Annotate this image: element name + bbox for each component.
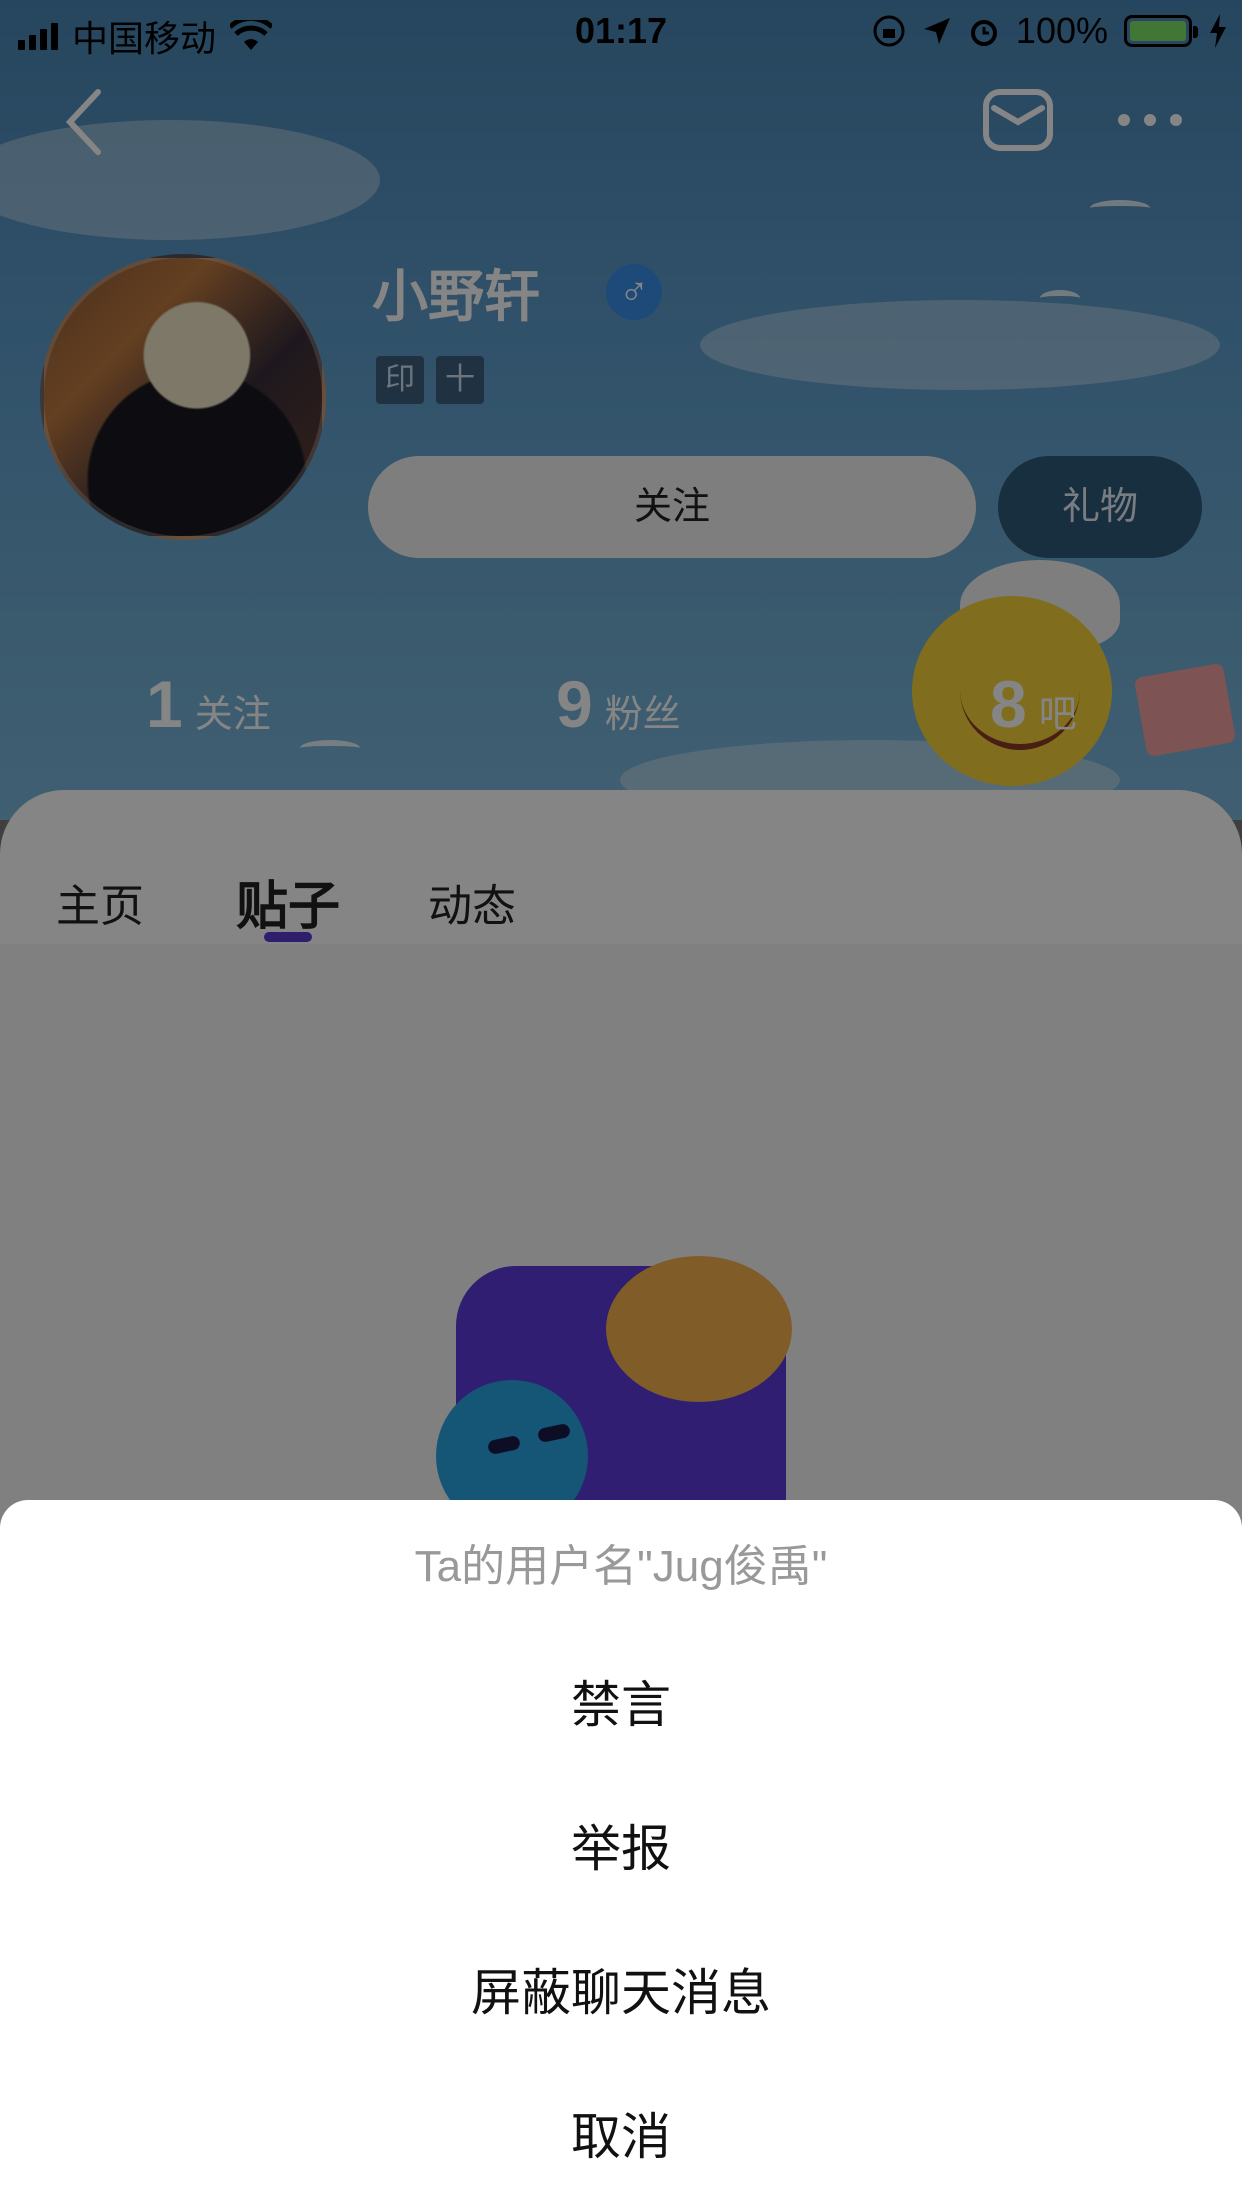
mute-button[interactable]: 禁言 — [0, 1640, 1242, 1770]
action-sheet: Ta的用户名"Jug俊禹" 禁言 举报 屏蔽聊天消息 取消 — [0, 1500, 1242, 2208]
cancel-button[interactable]: 取消 — [0, 2072, 1242, 2202]
report-button[interactable]: 举报 — [0, 1784, 1242, 1914]
block-chat-button[interactable]: 屏蔽聊天消息 — [0, 1928, 1242, 2058]
action-sheet-title: Ta的用户名"Jug俊禹" — [414, 1542, 828, 1591]
